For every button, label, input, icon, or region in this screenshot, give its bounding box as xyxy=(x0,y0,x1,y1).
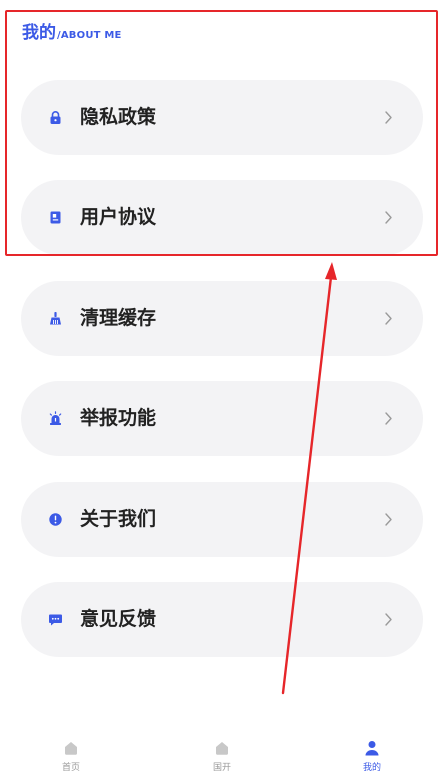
bottom-tab-bar: 首页 国开 我的 xyxy=(0,735,443,783)
menu-item-feedback[interactable]: 意见反馈 xyxy=(21,582,423,657)
info-icon xyxy=(48,512,63,527)
lock-icon xyxy=(48,110,63,125)
page-header: 我的 /ABOUT ME xyxy=(22,18,122,43)
home-icon xyxy=(213,739,231,757)
page-title: 我的 xyxy=(22,23,56,43)
broom-icon xyxy=(48,311,63,326)
menu-item-clear-cache[interactable]: 清理缓存 xyxy=(21,281,423,356)
menu-item-privacy-policy[interactable]: 隐私政策 xyxy=(21,80,423,155)
chevron-right-icon xyxy=(384,311,393,326)
menu-item-about-us[interactable]: 关于我们 xyxy=(21,482,423,557)
about-me-page: 我的 /ABOUT ME 隐私政策 用户协议 清理缓存 举报功能 关于我们 意见… xyxy=(0,0,443,783)
menu-item-label: 用户协议 xyxy=(80,206,157,228)
alarm-icon xyxy=(48,411,63,426)
chevron-right-icon xyxy=(384,110,393,125)
menu-item-label: 隐私政策 xyxy=(80,106,157,128)
tab-label: 首页 xyxy=(61,763,80,773)
menu-item-label: 意见反馈 xyxy=(80,608,157,630)
feedback-icon xyxy=(48,612,63,627)
chevron-right-icon xyxy=(384,210,393,225)
tab-mine[interactable]: 我的 xyxy=(342,739,402,781)
menu-item-label: 举报功能 xyxy=(80,407,157,429)
menu-item-report[interactable]: 举报功能 xyxy=(21,381,423,456)
tab-label: 我的 xyxy=(362,763,381,773)
person-icon xyxy=(363,739,381,757)
document-icon xyxy=(48,210,63,225)
page-subtitle: /ABOUT ME xyxy=(57,30,122,41)
chevron-right-icon xyxy=(384,512,393,527)
chevron-right-icon xyxy=(384,411,393,426)
tab-home[interactable]: 首页 xyxy=(41,739,101,781)
chevron-right-icon xyxy=(384,612,393,627)
menu-item-label: 清理缓存 xyxy=(80,307,157,329)
menu-item-user-agreement[interactable]: 用户协议 xyxy=(21,180,423,255)
home-icon xyxy=(62,739,80,757)
menu-item-label: 关于我们 xyxy=(80,508,157,530)
tab-guokai[interactable]: 国开 xyxy=(192,739,252,781)
tab-label: 国开 xyxy=(212,763,231,773)
